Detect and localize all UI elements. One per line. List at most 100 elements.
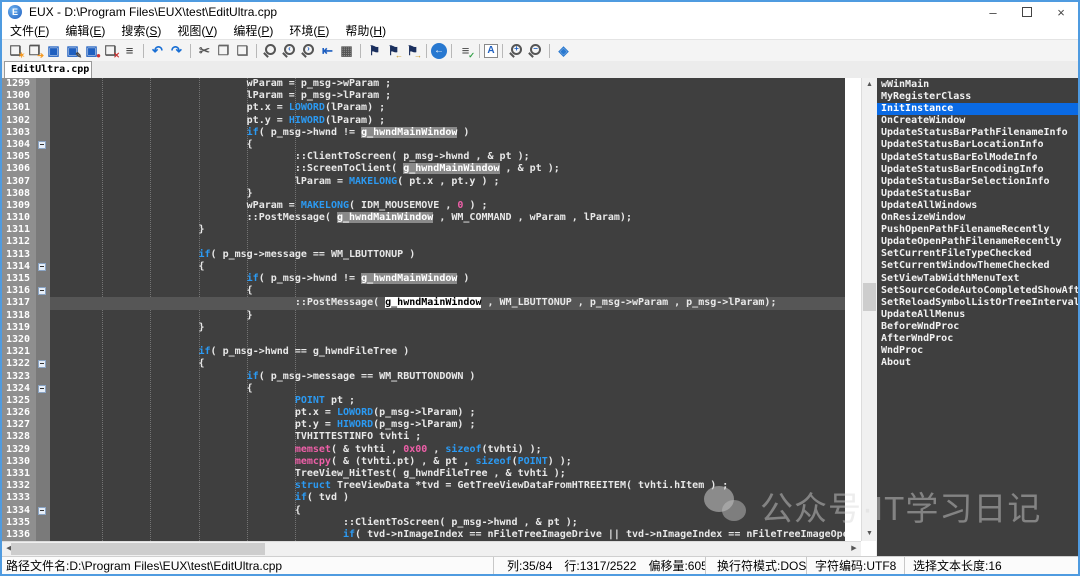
zoom-out-icon[interactable]: − bbox=[526, 42, 545, 59]
function-list-item[interactable]: InitInstance bbox=[877, 103, 1078, 115]
code-line-1309[interactable]: 1309 wParam = MAKELONG( IDM_MOUSEMOVE , … bbox=[2, 200, 845, 212]
new-file-icon[interactable]: ❏✶ bbox=[6, 42, 25, 59]
function-list-item[interactable]: WndProc bbox=[877, 345, 1078, 357]
code-line-1306[interactable]: 1306 ::ScreenToClient( g_hwndMainWindow … bbox=[2, 163, 845, 175]
menu-item-help[interactable]: 帮助(H) bbox=[337, 22, 394, 39]
prev-bookmark-icon[interactable]: ⚑← bbox=[384, 42, 403, 59]
function-list-item[interactable]: PushOpenPathFilenameRecently bbox=[877, 224, 1078, 236]
color-scheme-icon[interactable]: A bbox=[484, 44, 498, 58]
code-line-1335[interactable]: 1335 ::ClientToScreen( p_msg->hwnd , & p… bbox=[2, 517, 845, 529]
function-list-item[interactable]: UpdateStatusBarPathFilenameInfo bbox=[877, 127, 1078, 139]
fold-marker-icon[interactable] bbox=[38, 287, 46, 295]
code-line-1302[interactable]: 1302 pt.y = HIWORD(lParam) ; bbox=[2, 115, 845, 127]
fold-marker-icon[interactable] bbox=[38, 507, 46, 515]
function-list-item[interactable]: wWinMain bbox=[877, 79, 1078, 91]
code-line-1325[interactable]: 1325 POINT pt ; bbox=[2, 395, 845, 407]
code-line-1310[interactable]: 1310 ::PostMessage( g_hwndMainWindow , W… bbox=[2, 212, 845, 224]
function-list-item[interactable]: UpdateStatusBarEolModeInfo bbox=[877, 152, 1078, 164]
code-line-1301[interactable]: 1301 pt.x = LOWORD(lParam) ; bbox=[2, 102, 845, 114]
function-list-item[interactable]: UpdateStatusBarSelectionInfo bbox=[877, 176, 1078, 188]
code-line-1317[interactable]: 1317 ::PostMessage( g_hwndMainWindow , W… bbox=[2, 297, 845, 309]
open-file-icon[interactable]: ❐➔ bbox=[25, 42, 44, 59]
save-file-icon[interactable]: ▣ bbox=[44, 42, 63, 59]
code-line-1320[interactable]: 1320 bbox=[2, 334, 845, 346]
zoom-in-icon[interactable]: + bbox=[507, 42, 526, 59]
minimize-button[interactable]: – bbox=[976, 2, 1010, 22]
bookmark-icon[interactable]: ⚑ bbox=[365, 42, 384, 59]
fold-marker-icon[interactable] bbox=[38, 385, 46, 393]
code-line-1315[interactable]: 1315 if( p_msg->hwnd != g_hwndMainWindow… bbox=[2, 273, 845, 285]
vertical-scrollbar[interactable]: ▲ ▼ bbox=[861, 78, 876, 541]
code-line-1328[interactable]: 1328 TVHITTESTINFO tvhti ; bbox=[2, 431, 845, 443]
code-line-1336[interactable]: 1336 if( tvd->nImageIndex == nFileTreeIm… bbox=[2, 529, 845, 541]
function-list-item[interactable]: UpdateStatusBar bbox=[877, 188, 1078, 200]
code-line-1332[interactable]: 1332 struct TreeViewData *tvd = GetTreeV… bbox=[2, 480, 845, 492]
function-list-item[interactable]: SetViewTabWidthMenuText bbox=[877, 273, 1078, 285]
code-line-1322[interactable]: 1322 { bbox=[2, 358, 845, 370]
close-button[interactable]: × bbox=[1044, 2, 1078, 22]
code-line-1300[interactable]: 1300 lParam = p_msg->lParam ; bbox=[2, 90, 845, 102]
paste-icon[interactable]: ❑ bbox=[233, 42, 252, 59]
function-list-item[interactable]: MyRegisterClass bbox=[877, 91, 1078, 103]
function-list-item[interactable]: SetSourceCodeAutoCompletedShowAfter bbox=[877, 285, 1078, 297]
function-list-item[interactable]: AfterWndProc bbox=[877, 333, 1078, 345]
code-line-1312[interactable]: 1312 bbox=[2, 236, 845, 248]
menu-item-view[interactable]: 视图(V) bbox=[169, 22, 225, 39]
menu-item-search[interactable]: 搜索(S) bbox=[113, 22, 169, 39]
code-line-1319[interactable]: 1319 } bbox=[2, 322, 845, 334]
menu-item-file[interactable]: 文件(F) bbox=[2, 22, 57, 39]
code-line-1330[interactable]: 1330 memcpy( & (tvhti.pt) , & pt , sizeo… bbox=[2, 456, 845, 468]
function-list-item[interactable]: UpdateOpenPathFilenameRecently bbox=[877, 236, 1078, 248]
fold-marker-icon[interactable] bbox=[38, 141, 46, 149]
code-line-1324[interactable]: 1324 { bbox=[2, 383, 845, 395]
function-list-item[interactable]: OnResizeWindow bbox=[877, 212, 1078, 224]
code-editor[interactable]: 1299 wParam = p_msg->wParam ;1300 lParam… bbox=[2, 78, 845, 541]
vertical-scrollbar-thumb[interactable] bbox=[863, 283, 876, 311]
code-line-1313[interactable]: 1313 if( p_msg->message == WM_LBUTTONUP … bbox=[2, 249, 845, 261]
fold-marker-icon[interactable] bbox=[38, 360, 46, 368]
code-line-1316[interactable]: 1316 { bbox=[2, 285, 845, 297]
function-list-item[interactable]: SetReloadSymbolListOrTreeIntervalMen bbox=[877, 297, 1078, 309]
scroll-right-icon[interactable]: ▶ bbox=[847, 542, 861, 556]
code-line-1318[interactable]: 1318 } bbox=[2, 310, 845, 322]
function-list-item[interactable]: About bbox=[877, 357, 1078, 369]
cut-icon[interactable]: ✂ bbox=[195, 42, 214, 59]
about-icon[interactable]: ◈ bbox=[554, 42, 573, 59]
code-line-1299[interactable]: 1299 wParam = p_msg->wParam ; bbox=[2, 78, 845, 90]
find-next-icon[interactable]: › bbox=[299, 42, 318, 59]
menu-item-program[interactable]: 编程(P) bbox=[225, 22, 281, 39]
replace-icon[interactable]: ▦ bbox=[337, 42, 356, 59]
function-list-item[interactable]: UpdateAllWindows bbox=[877, 200, 1078, 212]
function-list-item[interactable]: SetCurrentFileTypeChecked bbox=[877, 248, 1078, 260]
menu-item-env[interactable]: 环境(E) bbox=[281, 22, 337, 39]
maximize-button[interactable] bbox=[1010, 2, 1044, 22]
next-bookmark-icon[interactable]: ⚑→ bbox=[403, 42, 422, 59]
file-list-icon[interactable]: ≡ bbox=[120, 42, 139, 59]
code-line-1331[interactable]: 1331 TreeView_HitTest( g_hwndFileTree , … bbox=[2, 468, 845, 480]
tab-editultra-cpp[interactable]: EditUltra.cpp bbox=[4, 61, 92, 78]
scroll-down-icon[interactable]: ▼ bbox=[862, 527, 877, 541]
function-list-item[interactable]: UpdateAllMenus bbox=[877, 309, 1078, 321]
function-list-item[interactable]: UpdateStatusBarEncodingInfo bbox=[877, 164, 1078, 176]
scroll-up-icon[interactable]: ▲ bbox=[862, 78, 877, 92]
code-line-1321[interactable]: 1321 if( p_msg->hwnd == g_hwndFileTree ) bbox=[2, 346, 845, 358]
menu-item-edit[interactable]: 编辑(E) bbox=[57, 22, 113, 39]
code-line-1333[interactable]: 1333 if( tvd ) bbox=[2, 492, 845, 504]
code-line-1334[interactable]: 1334 { bbox=[2, 505, 845, 517]
function-list-item[interactable]: SetCurrentWindowThemeChecked bbox=[877, 260, 1078, 272]
find-prev-icon[interactable]: ‹ bbox=[280, 42, 299, 59]
save-all-files-icon[interactable]: ▣● bbox=[82, 42, 101, 59]
code-line-1305[interactable]: 1305 ::ClientToScreen( p_msg->hwnd , & p… bbox=[2, 151, 845, 163]
copy-icon[interactable]: ❐ bbox=[214, 42, 233, 59]
goto-line-icon[interactable]: ⇤ bbox=[318, 42, 337, 59]
horizontal-scrollbar[interactable]: ◀ ▶ bbox=[2, 541, 861, 556]
find-icon[interactable] bbox=[261, 42, 280, 59]
code-line-1311[interactable]: 1311 } bbox=[2, 224, 845, 236]
function-list-item[interactable]: OnCreateWindow bbox=[877, 115, 1078, 127]
code-line-1323[interactable]: 1323 if( p_msg->message == WM_RBUTTONDOW… bbox=[2, 371, 845, 383]
redo-icon[interactable]: ↷ bbox=[167, 42, 186, 59]
code-line-1308[interactable]: 1308 } bbox=[2, 188, 845, 200]
close-file-icon[interactable]: ❏✕ bbox=[101, 42, 120, 59]
code-line-1314[interactable]: 1314 { bbox=[2, 261, 845, 273]
function-list-item[interactable]: UpdateStatusBarLocationInfo bbox=[877, 139, 1078, 151]
